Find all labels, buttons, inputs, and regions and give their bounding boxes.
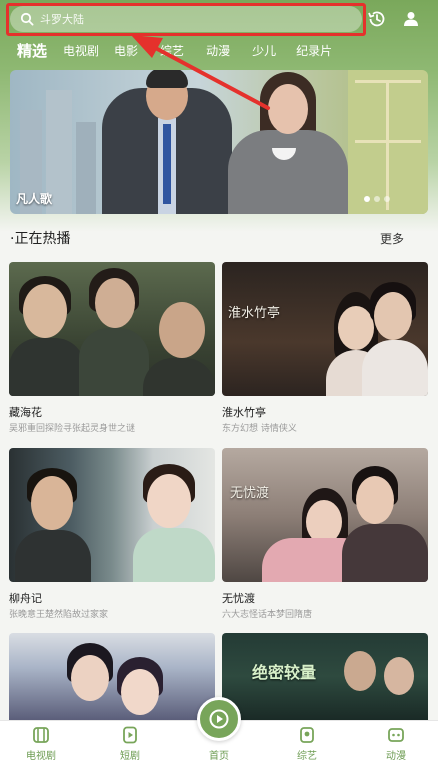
video-title: 柳舟记 [9,592,42,605]
tab-tv-series[interactable]: 电视剧 [63,42,99,59]
home-play-icon [209,709,229,729]
tv-series-icon [33,727,49,743]
poster-face [159,302,205,358]
section-title: ·正在热播 [10,231,71,247]
video-title: 无忧渡 [222,592,255,605]
video-poster[interactable] [9,262,215,396]
video-card[interactable]: 柳舟记 张晚意王楚然陷故过家家 [9,448,215,620]
carousel-dot[interactable] [374,196,380,202]
hero-man-hair [146,70,188,88]
short-drama-icon [123,726,137,744]
video-poster[interactable]: 绝密较量 [222,633,428,720]
profile-icon[interactable] [400,8,422,30]
video-poster[interactable] [9,448,215,582]
video-title: 淮水竹亭 [222,406,266,419]
nav-label: 电视剧 [26,751,56,762]
poster-cloth [133,528,215,582]
hero-banner[interactable]: 凡人歌 [10,70,428,214]
search-row: 斗罗大陆 [0,0,438,36]
hero-window-frame [386,80,389,210]
variety-icon [300,727,314,743]
poster-cloth [15,530,91,582]
nav-short-drama[interactable]: 短剧 [100,721,160,765]
poster-title-text: 绝密较量 [252,663,317,682]
poster-face [374,292,412,340]
tab-anime[interactable]: 动漫 [206,42,230,59]
video-poster[interactable] [9,633,215,720]
poster-cloth [9,338,85,396]
hero-title: 凡人歌 [16,192,53,206]
nav-label: 首页 [209,751,229,762]
annotation-highlight-box [6,3,366,36]
nav-label: 动漫 [386,751,406,762]
anime-icon [388,728,404,742]
poster-face [338,306,374,350]
tab-variety[interactable]: 综艺 [160,42,184,59]
video-title: 藏海花 [9,406,42,419]
more-link[interactable]: 更多 [380,230,404,247]
tab-featured[interactable]: 精选 [17,40,47,61]
nav-variety[interactable]: 综艺 [277,721,337,765]
video-poster[interactable]: 无忧渡 [222,448,428,582]
nav-anime[interactable]: 动漫 [366,721,426,765]
hero-woman-face [268,84,308,134]
carousel-dot[interactable] [364,196,370,202]
poster-face [147,474,191,528]
nav-tv-series[interactable]: 电视剧 [11,721,71,765]
tab-documentary[interactable]: 纪录片 [296,42,332,59]
video-subtitle: 吴邪重回探险寻张起灵身世之谜 [9,424,136,434]
carousel-dots [364,196,390,202]
poster-cloth [79,328,149,396]
poster-face [356,476,394,524]
video-card[interactable]: 无忧渡 无忧渡 六大志怪话本梦回隋唐 [222,448,428,620]
video-card[interactable] [9,633,215,720]
poster-cloth [362,340,428,396]
video-subtitle: 六大志怪话本梦回隋唐 [222,610,313,620]
poster-face [23,284,67,338]
poster-face [95,278,135,328]
category-tabs: 精选 电视剧 电影 综艺 动漫 少儿 纪录片 [0,38,438,62]
poster-face [71,655,109,701]
poster-face [384,657,414,695]
hero-building [76,122,96,214]
nav-label: 短剧 [120,751,140,762]
poster-face [121,669,159,715]
tab-movies[interactable]: 电影 [114,42,138,59]
video-card[interactable]: 绝密较量 [222,633,428,720]
tab-kids[interactable]: 少儿 [252,42,276,59]
poster-cloth [143,358,215,396]
video-poster[interactable]: 淮水竹亭 [222,262,428,396]
poster-face [344,651,376,691]
nav-label: 综艺 [297,751,317,762]
home-play-button[interactable] [197,697,241,741]
poster-title-text: 无忧渡 [230,486,270,501]
carousel-dot[interactable] [384,196,390,202]
hero-man-tie [163,124,171,204]
video-card[interactable]: 淮水竹亭 淮水竹亭 东方幻想 诗情侠义 [222,262,428,434]
video-subtitle: 东方幻想 诗情侠义 [222,424,297,434]
poster-cloth [342,524,428,582]
poster-face [31,476,73,530]
history-icon[interactable] [366,8,388,30]
hero-woman-figure [228,130,348,214]
video-card[interactable]: 藏海花 吴邪重回探险寻张起灵身世之谜 [9,262,215,434]
video-subtitle: 张晚意王楚然陷故过家家 [9,610,109,620]
poster-title-text: 淮水竹亭 [228,306,281,321]
